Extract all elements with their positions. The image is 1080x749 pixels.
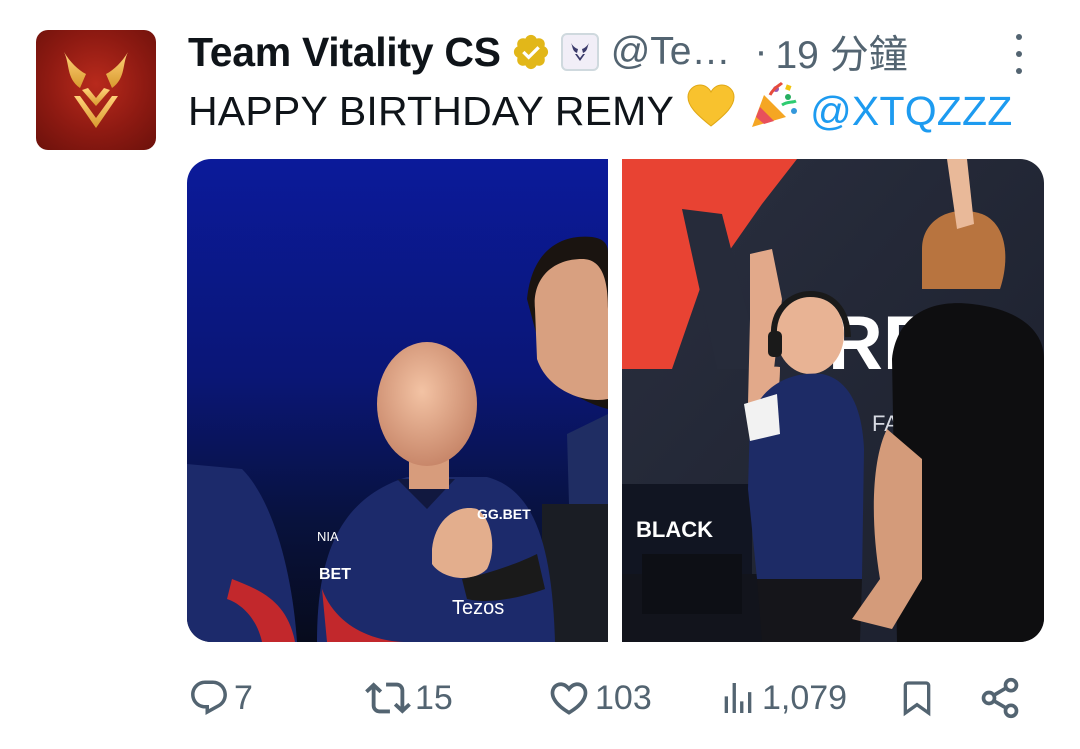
retweet-icon [365,682,411,714]
action-bar: 7 15 103 1,079 [0,668,1080,728]
affiliation-badge-icon[interactable] [560,33,599,71]
verified-badge-icon[interactable] [511,32,551,72]
sponsor-text: GG.BET [477,506,531,522]
views-button[interactable]: 1,079 [718,668,847,728]
more-options-icon[interactable] [1007,34,1031,74]
tweet-text: HAPPY BIRTHDAY REMY @XTQZZZ [188,81,1013,138]
avatar[interactable] [36,30,156,150]
like-button[interactable]: 103 [547,668,652,728]
like-count: 103 [595,678,652,717]
reply-count: 7 [234,678,253,717]
views-icon [724,683,752,713]
views-count: 1,079 [762,678,848,717]
tweet-body: HAPPY BIRTHDAY REMY [188,87,675,134]
retweet-count: 15 [415,678,453,717]
mention-link[interactable]: @XTQZZZ [810,88,1012,135]
yellow-heart-icon [686,84,736,138]
party-popper-icon [748,81,800,141]
banner-text: BLACK [636,517,713,542]
sponsor-text: Tezos [452,597,504,619]
bookmark-button[interactable] [897,668,937,728]
retweet-button[interactable]: 15 [365,668,453,728]
tweet[interactable]: Team Vitality CS @Te… · 19 分鐘 HAPPY BIRT… [0,0,1080,749]
photo-left[interactable]: GG.BET BET Tezos NIA [187,159,608,642]
reply-button[interactable]: 7 [188,668,253,728]
reply-icon [191,680,227,715]
share-icon [981,677,1019,719]
bookmark-icon [903,681,931,717]
display-name[interactable]: Team Vitality CS [188,29,501,76]
photo-right[interactable]: RE FA BLACK [622,159,1044,642]
heart-icon [550,682,588,715]
vitality-logo-icon [64,52,128,128]
sponsor-text: NIA [317,529,339,544]
handle[interactable]: @Te… [611,30,731,74]
separator-dot: · [754,30,768,73]
sponsor-text: BET [319,566,351,583]
tweet-header: Team Vitality CS @Te… · 19 分鐘 [188,28,908,78]
timestamp[interactable]: 19 分鐘 [775,24,907,80]
share-button[interactable] [978,668,1022,728]
